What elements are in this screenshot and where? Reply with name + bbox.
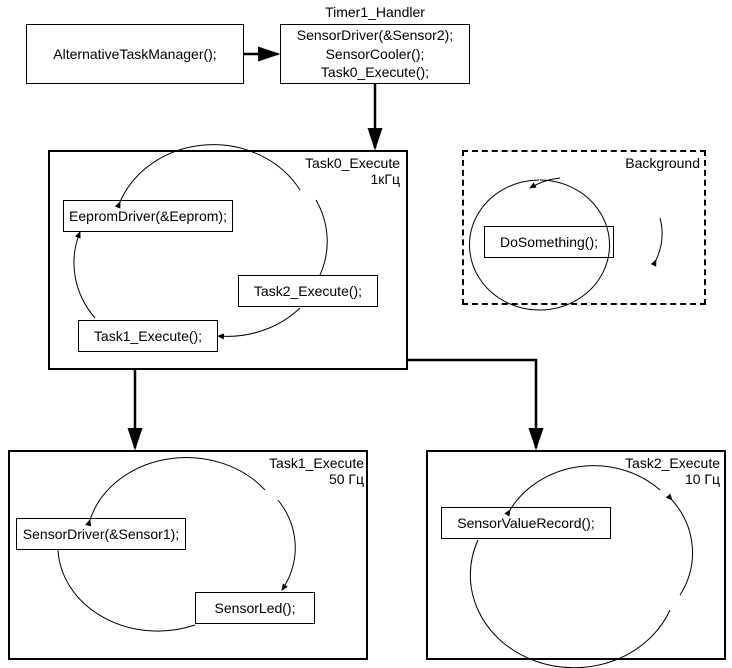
task1-title: Task1_Execute 50 Гц bbox=[264, 455, 364, 487]
dosomething-box: DoSomething(); bbox=[484, 226, 614, 258]
handler-line2: SensorCooler(); bbox=[326, 45, 425, 64]
eeprom-driver-label: EepromDriver(&Eeprom); bbox=[69, 207, 227, 226]
sensorled-label: SensorLed(); bbox=[215, 599, 296, 618]
timer1-handler-title: Timer1_Handler bbox=[280, 4, 470, 20]
alternative-task-manager-box: AlternativeTaskManager(); bbox=[26, 24, 244, 84]
task2-title-l2: 10 Гц bbox=[685, 471, 720, 487]
dosomething-label: DoSomething(); bbox=[500, 233, 598, 252]
handler-line3: Task0_Execute(); bbox=[321, 63, 429, 82]
task1-title-l1: Task1_Execute bbox=[269, 455, 364, 471]
background-title: Background bbox=[620, 155, 700, 171]
task2-title: Task2_Execute 10 Гц bbox=[620, 455, 720, 487]
task0-title-l2: 1кГц bbox=[370, 171, 400, 187]
sensorvaluerecord-box: SensorValueRecord(); bbox=[441, 507, 611, 539]
alternative-task-manager-label: AlternativeTaskManager(); bbox=[53, 45, 216, 64]
task0-title: Task0_Execute 1кГц bbox=[300, 155, 400, 187]
handler-line1: SensorDriver(&Sensor2); bbox=[297, 26, 453, 45]
sensorled-box: SensorLed(); bbox=[195, 592, 315, 624]
eeprom-driver-box: EepromDriver(&Eeprom); bbox=[63, 200, 233, 232]
task2-call-box: Task2_Execute(); bbox=[238, 275, 378, 307]
task2-call-label: Task2_Execute(); bbox=[254, 282, 362, 301]
sensordriver1-box: SensorDriver(&Sensor1); bbox=[16, 518, 186, 550]
task1-call-box: Task1_Execute(); bbox=[78, 320, 218, 352]
task0-title-l1: Task0_Execute bbox=[305, 155, 400, 171]
task1-call-label: Task1_Execute(); bbox=[94, 327, 202, 346]
timer1-handler-body: SensorDriver(&Sensor2); SensorCooler(); … bbox=[280, 24, 470, 84]
sensordriver1-label: SensorDriver(&Sensor1); bbox=[23, 525, 179, 544]
task1-title-l2: 50 Гц bbox=[329, 471, 364, 487]
sensorvaluerecord-label: SensorValueRecord(); bbox=[457, 514, 594, 533]
task2-title-l1: Task2_Execute bbox=[625, 455, 720, 471]
